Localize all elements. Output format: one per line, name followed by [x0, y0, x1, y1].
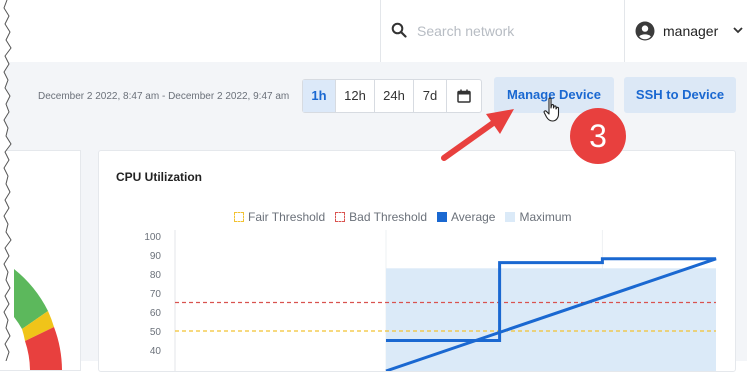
chevron-down-icon — [733, 27, 743, 34]
user-menu[interactable]: manager — [624, 0, 747, 62]
y-tick-label: 50 — [150, 327, 162, 338]
y-tick-label: 70 — [150, 289, 162, 300]
search-box[interactable] — [380, 0, 625, 62]
search-icon — [391, 22, 407, 38]
step-number-badge: 3 — [570, 108, 626, 164]
y-tick-label: 80 — [150, 270, 162, 281]
y-tick-label: 90 — [150, 251, 162, 262]
hand-cursor-icon — [543, 97, 560, 122]
time-toolbar: December 2 2022, 8:47 am - December 2 20… — [0, 62, 747, 142]
user-name: manager — [663, 23, 719, 39]
dashboard-content: CPU Utilization Fair Threshold Bad Thres… — [0, 142, 747, 372]
top-bar: manager — [0, 0, 747, 63]
account-circle-icon — [635, 21, 655, 41]
cpu-chart-plot: 100 90 80 70 60 50 40 — [144, 230, 717, 371]
torn-edge-decoration — [0, 0, 12, 361]
search-input[interactable] — [417, 20, 607, 42]
annotation-arrow-icon — [441, 109, 514, 161]
y-tick-label: 60 — [150, 308, 162, 319]
range-12h-button[interactable]: 12h — [336, 80, 375, 112]
ssh-to-device-button[interactable]: SSH to Device — [624, 77, 736, 113]
cpu-utilization-card: CPU Utilization Fair Threshold Bad Thres… — [98, 150, 736, 372]
range-24h-button[interactable]: 24h — [375, 80, 414, 112]
date-range-label: December 2 2022, 8:47 am - December 2 20… — [38, 91, 290, 102]
y-tick-label: 40 — [150, 346, 162, 357]
calendar-icon — [457, 89, 471, 103]
y-tick-label: 100 — [144, 232, 161, 243]
range-1h-button[interactable]: 1h — [303, 80, 336, 112]
